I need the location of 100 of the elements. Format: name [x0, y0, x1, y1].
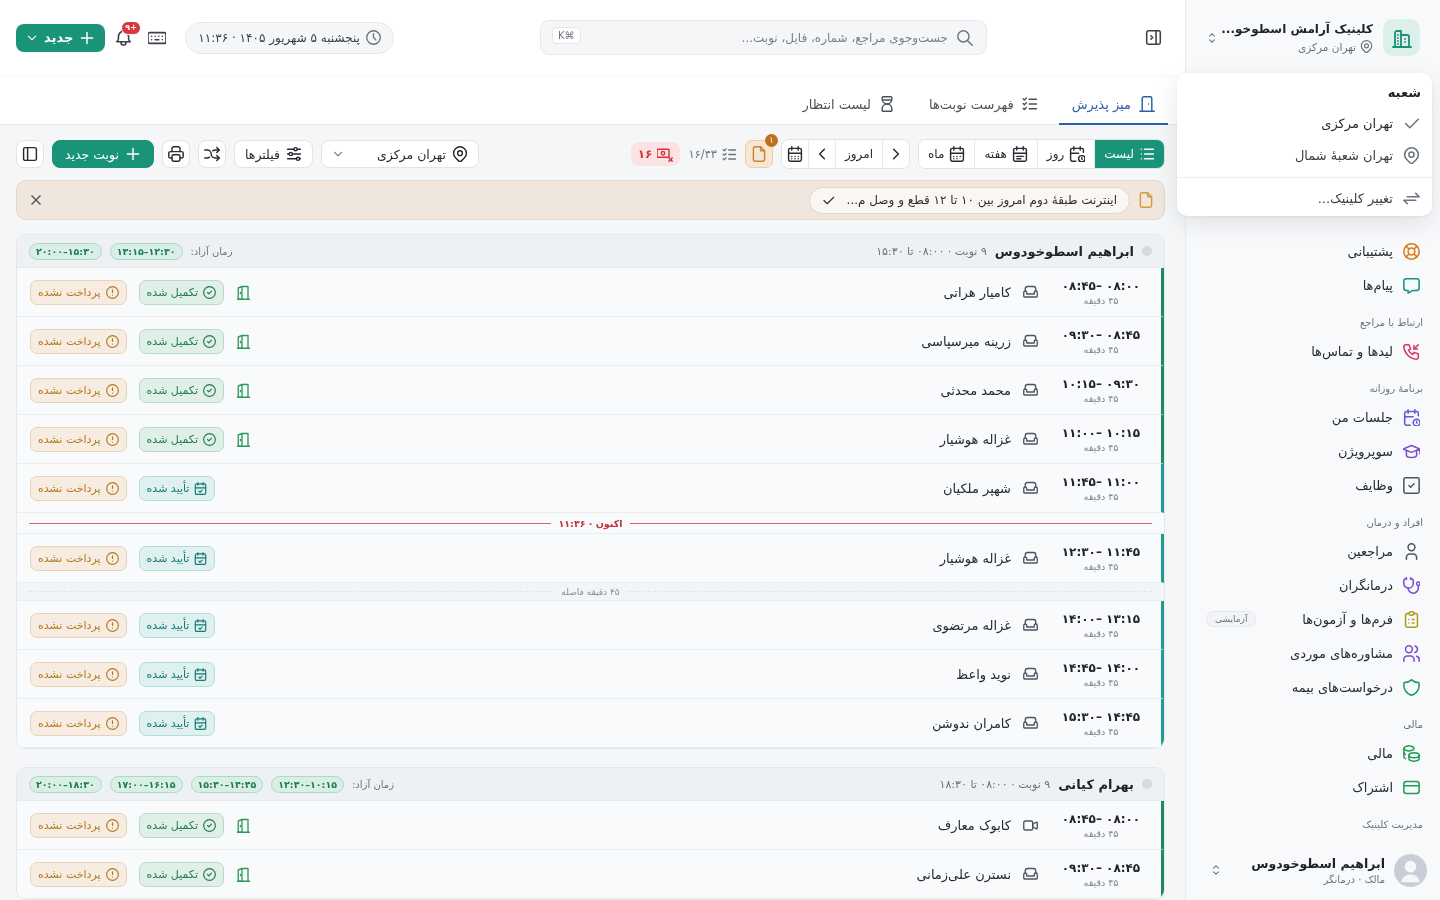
tab[interactable]: میز پذیرش: [1058, 85, 1168, 125]
tab[interactable]: لیست انتظار: [789, 85, 908, 125]
free-slot-chip[interactable]: ۱۸:۳۰–۲۰:۰۰: [29, 775, 102, 793]
file-icon: [751, 146, 768, 162]
branch-select[interactable]: تهران مرکزی: [320, 140, 479, 168]
appointment-row[interactable]: ۱۱:۰۰ –۱۱:۴۵ ۴۵ دقیقه شهپر ملکیان تأیید شده پرداخت نشده: [17, 464, 1164, 513]
filters-button[interactable]: فیلترها: [234, 140, 313, 168]
branch-option[interactable]: تهران شعبهٔ شمال: [1177, 139, 1432, 171]
calendar-icon: [949, 146, 966, 162]
nav-item[interactable]: وظایف: [1198, 468, 1428, 502]
status-button[interactable]: تأیید شده: [138, 661, 216, 687]
nav-item[interactable]: پشتیبانی: [1198, 234, 1428, 268]
calendar-check-icon: [194, 551, 208, 565]
status-dot-icon: [1142, 779, 1152, 789]
menu-title: شعبه: [1386, 84, 1422, 102]
list-check-icon: [1021, 96, 1038, 112]
panel-toggle-button[interactable]: [1143, 27, 1163, 48]
client-name: کابوک معارف: [937, 817, 1011, 833]
appointment-row[interactable]: ۰۸:۴۵ –۰۹:۳۰ ۴۵ دقیقه زرینه میرسپاسی تکمیل شده پرداخت نشده: [17, 317, 1164, 366]
print-button[interactable]: [162, 140, 190, 168]
appointment-duration: ۴۵ دقیقه: [1083, 627, 1119, 639]
appointment-row[interactable]: ۰۸:۴۵ –۰۹:۳۰ ۴۵ دقیقه نسترن علی‌زمانی تکمیل شده پرداخت نشده: [17, 850, 1164, 899]
new-button[interactable]: جدید: [16, 23, 106, 52]
therapist-name: بهرام کیانی: [1058, 776, 1134, 792]
clinic-branch: تهران مرکزی: [1298, 40, 1356, 53]
appointment-duration: ۴۵ دقیقه: [1083, 343, 1119, 355]
appointment-row[interactable]: ۰۸:۰۰ –۰۸:۴۵ ۴۵ دقیقه کابوک معارف تکمیل شده پرداخت نشده: [17, 801, 1164, 850]
alert-circle-icon: [105, 618, 119, 632]
change-clinic-button[interactable]: تغییر کلینیک...: [1177, 182, 1432, 214]
close-button[interactable]: [29, 193, 43, 207]
notes-button[interactable]: [745, 140, 774, 168]
calendar-check-icon: [194, 667, 208, 681]
nav-item[interactable]: درخواست‌های بیمه: [1198, 670, 1428, 704]
appointment-summary: ۹ نوبت · ۰۸:۰۰ تا ۱۸:۳۰: [939, 777, 1051, 791]
client-name: کامران ندوشن: [931, 715, 1011, 731]
status-button[interactable]: تأیید شده: [138, 710, 216, 736]
appointment-row[interactable]: ۱۰:۱۵ –۱۱:۰۰ ۴۵ دقیقه غزاله هوشیار تکمیل شده پرداخت نشده: [17, 415, 1164, 464]
nav-item[interactable]: اشتراک: [1198, 770, 1428, 804]
alert-circle-icon: [105, 667, 119, 681]
appointment-row[interactable]: ۱۴:۰۰ –۱۴:۴۵ ۴۵ دقیقه نوید واعظ تأیید شده پرداخت نشده: [17, 650, 1164, 699]
status-button[interactable]: تأیید شده: [138, 612, 216, 638]
branch-option[interactable]: تهران مرکزی: [1177, 107, 1432, 139]
sliders-icon: [285, 146, 302, 162]
clinic-switcher-button[interactable]: [1206, 31, 1218, 44]
status-button[interactable]: تکمیل شده: [138, 328, 224, 354]
client-name: نوید واعظ: [956, 666, 1011, 682]
free-slot-chip[interactable]: ۱۶:۱۵–۱۷:۰۰: [109, 775, 183, 793]
appointment-row[interactable]: ۰۹:۳۰ –۱۰:۱۵ ۴۵ دقیقه محمد محدثی تکمیل شده پرداخت نشده: [17, 366, 1164, 415]
status-button[interactable]: تأیید شده: [138, 475, 216, 501]
free-slot-chip[interactable]: ۱۰:۱۵–۱۲:۳۰: [271, 775, 344, 793]
alert-circle-icon: [105, 818, 119, 832]
appointment-row[interactable]: ۱۴:۴۵ –۱۵:۳۰ ۴۵ دقیقه کامران ندوشن تأیید شده پرداخت نشده: [17, 699, 1164, 748]
appointment-duration: ۴۵ دقیقه: [1083, 490, 1119, 502]
nav-item[interactable]: مشاوره‌های موردی: [1198, 636, 1428, 670]
appointment-row[interactable]: ۱۳:۱۵ –۱۴:۰۰ ۴۵ دقیقه غزاله مرتضوی تأیید شده پرداخت نشده: [17, 601, 1164, 650]
previous-day-button[interactable]: [882, 140, 909, 168]
free-slot-chip[interactable]: ۱۲:۳۰–۱۳:۱۵: [109, 242, 183, 260]
free-slot-chip[interactable]: ۱۴:۴۵–۱۵:۳۰: [190, 775, 264, 793]
status-button[interactable]: تأیید شده: [138, 545, 216, 571]
alert-circle-icon: [105, 383, 119, 397]
door-icon: [1139, 96, 1155, 112]
shuffle-button[interactable]: [198, 140, 226, 168]
status-button[interactable]: تکمیل شده: [138, 812, 224, 838]
check-circle-icon: [203, 285, 216, 299]
notifications-button[interactable]: [115, 29, 133, 46]
tab[interactable]: فهرست نوبت‌ها: [916, 85, 1051, 125]
status-button[interactable]: تکمیل شده: [138, 861, 224, 887]
unpaid-filter-button[interactable]: ۱۶: [630, 142, 681, 166]
nav-item[interactable]: درمانگران: [1198, 568, 1428, 602]
nav-section-title: افراد و درمان: [1365, 516, 1424, 531]
appointment-row[interactable]: ۰۸:۰۰ –۰۸:۴۵ ۴۵ دقیقه کامیار هراتی تکمیل شده پرداخت نشده: [17, 268, 1164, 317]
appointment-row[interactable]: ۱۱:۴۵ –۱۲:۳۰ ۴۵ دقیقه غزاله هوشیار تأیید شده پرداخت نشده: [17, 534, 1164, 583]
status-button[interactable]: تکمیل شده: [138, 426, 224, 452]
nav-item[interactable]: پیام‌ها: [1198, 268, 1428, 302]
status-button[interactable]: تکمیل شده: [138, 279, 224, 305]
nav-item[interactable]: مالی: [1198, 736, 1428, 770]
sidebar-toggle-button[interactable]: [16, 140, 44, 168]
lifebuoy-icon: [1403, 242, 1420, 260]
free-time-label: زمان آزاد:: [352, 778, 394, 790]
nav-item[interactable]: جلسات من: [1198, 400, 1428, 434]
view-mode-tab[interactable]: لیست: [1094, 140, 1164, 168]
stethoscope-icon: [1403, 576, 1420, 594]
beta-badge: آزمایشی: [1206, 611, 1257, 627]
appointment-time: ۰۸:۴۵ –۰۹:۳۰: [1061, 327, 1141, 342]
nav-item[interactable]: مراجعین: [1198, 534, 1428, 568]
client-name: محمد محدثی: [940, 382, 1011, 398]
nav-item[interactable]: لیدها و تماس‌ها: [1198, 334, 1428, 368]
status-button[interactable]: تکمیل شده: [138, 377, 224, 403]
new-appointment-button[interactable]: نوبت جدید: [52, 140, 154, 168]
alert-circle-icon: [105, 867, 119, 881]
alert-circle-icon: [105, 285, 119, 299]
cash-off-icon: [657, 146, 674, 162]
free-slot-chip[interactable]: ۱۵:۳۰–۲۰:۰۰: [29, 242, 102, 260]
nav-item[interactable]: سوپرویژن: [1198, 434, 1428, 468]
calendar-icon: [1011, 146, 1028, 162]
appointment-time: ۱۰:۱۵ –۱۱:۰۰: [1061, 425, 1141, 440]
nav-item[interactable]: فرم‌ها و آزمون‌ها آزمایشی: [1198, 602, 1428, 636]
check-circle-icon: [203, 867, 216, 881]
account-switcher-button[interactable]: [1210, 864, 1222, 876]
client-name: غزاله مرتضوی: [932, 617, 1011, 633]
